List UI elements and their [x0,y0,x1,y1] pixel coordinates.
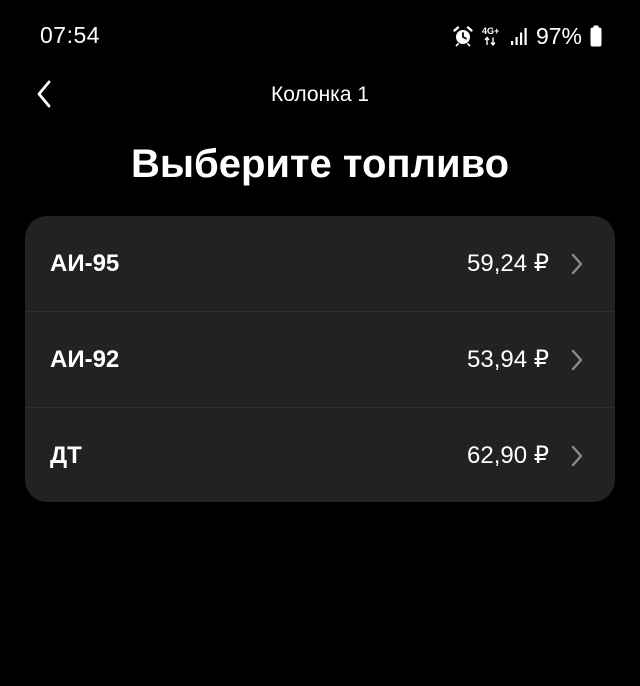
fuel-list: АИ-95 59,24 ₽ АИ-92 53,94 ₽ ДТ 62,90 ₽ [25,216,615,502]
chevron-right-icon [569,252,585,276]
chevron-right-icon [569,444,585,468]
battery-percent: 97% [535,22,582,49]
fuel-price: 62,90 ₽ [467,442,549,469]
fuel-price: 53,94 ₽ [467,346,549,373]
network-label: 4G+ [482,26,499,36]
fuel-item-ai-92[interactable]: АИ-92 53,94 ₽ [25,311,615,407]
fuel-item-dt[interactable]: ДТ 62,90 ₽ [25,407,615,502]
alarm-icon [452,25,474,47]
signal-icon [510,26,528,46]
nav-title: Колонка 1 [270,83,370,106]
nav-bar: Колонка 1 [0,74,640,118]
network-4g-icon: 4G+ [482,25,502,47]
fuel-name: АИ-92 [50,345,120,373]
chevron-right-icon [569,348,585,372]
fuel-item-ai-95[interactable]: АИ-95 59,24 ₽ [25,216,615,311]
battery-icon [590,25,602,47]
status-time: 07:54 [40,22,101,48]
status-bar: 07:54 4G+ 97% [0,0,640,70]
status-icons: 4G+ 97% [452,22,602,50]
fuel-name: ДТ [50,441,82,469]
fuel-name: АИ-95 [50,249,120,277]
fuel-price: 59,24 ₽ [467,250,549,277]
page-title: Выберите топливо [130,142,510,186]
